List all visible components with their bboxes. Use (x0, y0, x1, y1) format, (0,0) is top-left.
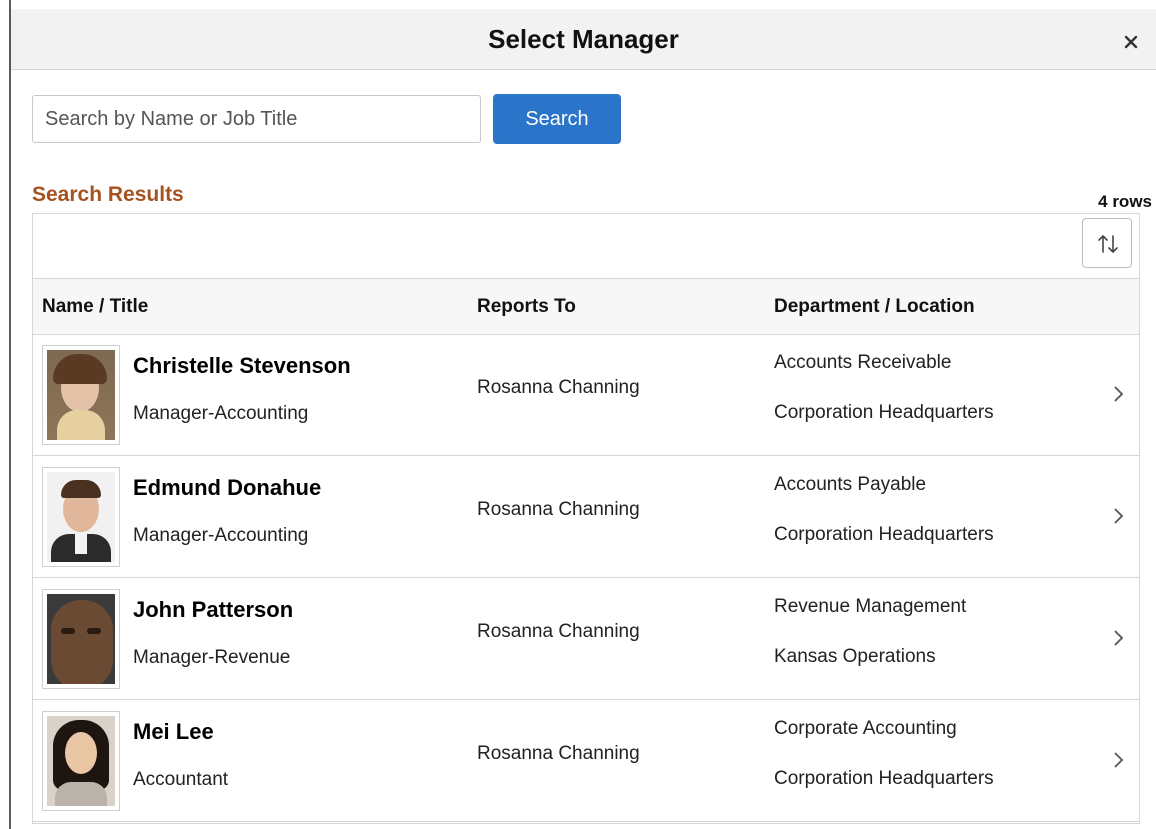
employee-name: Christelle Stevenson (133, 353, 351, 378)
chevron-right-icon (1114, 752, 1124, 768)
employee-photo (42, 711, 120, 811)
search-button[interactable]: Search (493, 94, 621, 144)
reports-to: Rosanna Channing (477, 377, 640, 398)
column-header-row: Name / Title Reports To Department / Loc… (33, 279, 1139, 335)
employee-photo (42, 467, 120, 567)
row-count: 4 rows (1098, 192, 1152, 211)
employee-job-title: Manager-Accounting (133, 403, 309, 424)
reports-to: Rosanna Channing (477, 743, 640, 764)
reports-to: Rosanna Channing (477, 621, 640, 642)
department: Accounts Payable (774, 474, 927, 495)
column-header-department-location: Department / Location (774, 296, 975, 317)
chevron-right-icon (1114, 386, 1124, 402)
employee-name: Edmund Donahue (133, 475, 322, 500)
close-icon[interactable] (1120, 31, 1142, 53)
employee-job-title: Manager-Revenue (133, 647, 291, 668)
grid-toolbar (33, 214, 1139, 279)
chevron-right-icon (1114, 630, 1124, 646)
employee-name: Mei Lee (133, 719, 214, 744)
location: Corporation Headquarters (774, 524, 994, 545)
chevron-right-icon (1114, 508, 1124, 524)
search-input[interactable] (32, 95, 481, 143)
location: Corporation Headquarters (774, 402, 994, 423)
table-row[interactable]: Mei Lee Accountant Rosanna Channing Corp… (33, 701, 1139, 822)
table-row[interactable]: Christelle Stevenson Manager-Accounting … (33, 335, 1139, 456)
dialog-title: Select Manager (488, 24, 679, 54)
search-results-heading: Search Results (32, 183, 184, 206)
results-grid: Name / Title Reports To Department / Loc… (32, 213, 1140, 824)
column-header-reports-to: Reports To (477, 296, 576, 317)
dialog-header: Select Manager (11, 9, 1156, 70)
employee-job-title: Manager-Accounting (133, 525, 309, 546)
sort-button[interactable] (1082, 218, 1132, 268)
employee-name: John Patterson (133, 597, 294, 622)
employee-photo (42, 345, 120, 445)
department: Accounts Receivable (774, 352, 952, 373)
employee-photo (42, 589, 120, 689)
table-row[interactable]: John Patterson Manager-Revenue Rosanna C… (33, 579, 1139, 700)
department: Corporate Accounting (774, 718, 957, 739)
select-manager-dialog: Select Manager Search Search Results 4 r… (11, 0, 1156, 829)
location: Kansas Operations (774, 646, 936, 667)
employee-job-title: Accountant (133, 769, 229, 790)
column-header-name-title: Name / Title (42, 296, 149, 317)
sort-icon (1098, 235, 1118, 253)
department: Revenue Management (774, 596, 967, 617)
reports-to: Rosanna Channing (477, 499, 640, 520)
location: Corporation Headquarters (774, 768, 994, 789)
table-row[interactable]: Edmund Donahue Manager-Accounting Rosann… (33, 457, 1139, 578)
